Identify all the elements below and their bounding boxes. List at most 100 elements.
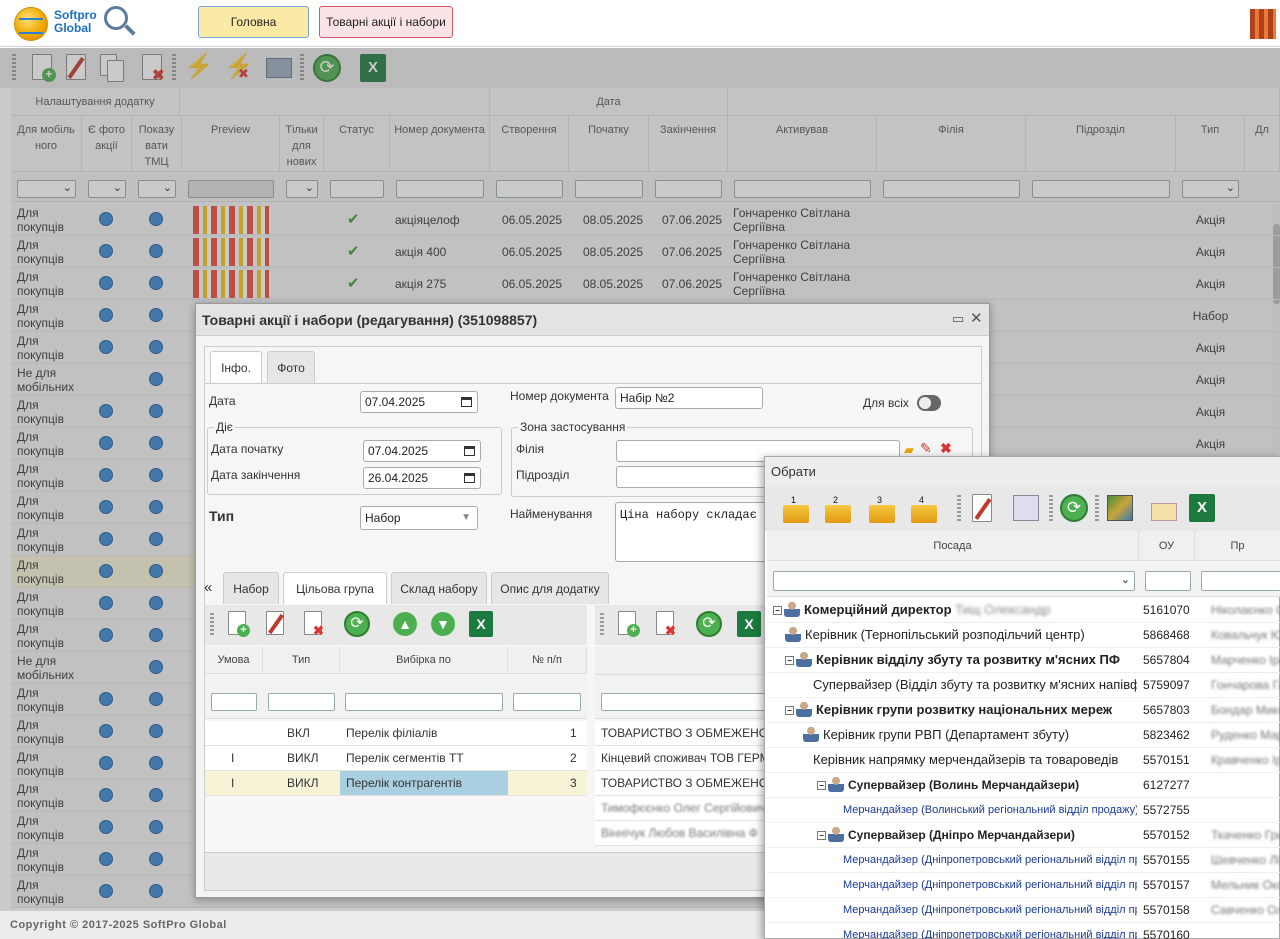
cell-ou: 5657804 [1143,653,1190,667]
calendar-icon[interactable] [461,397,472,407]
filter-ou[interactable] [1145,571,1191,591]
clear-icon[interactable]: ✖ [940,440,952,457]
doc-number-input[interactable]: Набір №2 [615,387,763,409]
edit-icon[interactable] [969,493,999,525]
tree-level-3-icon[interactable]: 3 [869,495,895,523]
start-date-input[interactable]: 07.04.2025 [363,440,481,462]
tab-promotions[interactable]: Товарні акції і набори [319,6,453,38]
tab-target-group[interactable]: Цільова група [283,572,387,604]
filter-selection-by[interactable] [345,693,503,711]
refresh-icon[interactable]: ⟳ [695,610,725,642]
search-icon[interactable] [104,6,128,30]
filter-type[interactable] [268,693,335,711]
collapse-icon[interactable]: − [773,606,782,615]
tab-set[interactable]: Набор [223,572,279,604]
tab-home[interactable]: Головна [198,6,309,38]
col-selection-by[interactable]: Вибірка по [340,647,508,674]
select-title[interactable]: Обрати [765,457,1280,487]
tree-row[interactable]: Мерчандайзер (Дніпропетровський регіонал… [767,848,1280,873]
tree-row[interactable]: − Супервайзер (Дніпро Мерчандайзери) 5570… [767,823,1280,848]
maximize-icon[interactable]: ▭ [952,311,964,327]
cell-person: Гончарова Галина [1211,678,1280,692]
books-icon[interactable] [1250,9,1276,39]
collapse-icon[interactable]: − [817,831,826,840]
tab-set-contents[interactable]: Склад набору [391,572,487,604]
table-row[interactable]: ВКЛ Перелік філіалів 1 [205,721,587,746]
tree-level-4-icon[interactable]: 4 [911,495,937,523]
col-number[interactable]: № п/п [508,647,587,674]
filter-position[interactable]: ⌄ [773,571,1135,591]
col-person[interactable]: Пр [1195,531,1280,561]
add-icon[interactable]: + [225,610,255,642]
calendar-icon[interactable] [464,446,475,456]
tree-row[interactable]: Мерчандайзер (Дніпропетровський регіонал… [767,873,1280,898]
tab-info[interactable]: Інфо. [210,351,262,383]
edit-icon[interactable] [263,610,293,642]
tree-level-1-icon[interactable]: 1 [783,495,809,523]
cell-person: Ніколаєнко Олег [1211,603,1280,617]
cell-number: 3 [570,776,577,790]
col-type[interactable]: Тип [263,647,340,674]
for-all-toggle[interactable] [917,395,941,411]
move-up-icon[interactable]: ▲ [391,610,421,642]
col-ou[interactable]: ОУ [1139,531,1195,561]
person-icon [785,626,801,642]
cell-contragent: Віннічук Любов Василівна Ф [601,826,758,840]
tree-row[interactable]: Керівник групи РВП (Департамент збуту) 5… [767,723,1280,748]
date-input[interactable]: 07.04.2025 [360,391,478,413]
excel-export-icon[interactable]: X [1187,493,1217,525]
excel-export-icon[interactable]: X [735,610,765,642]
tree-row[interactable]: Супервайзер (Відділ збуту та розвитку м'… [767,673,1280,698]
tree-row[interactable]: Мерчандайзер (Волинський регіональний ві… [767,798,1280,823]
calendar-icon[interactable] [464,473,475,483]
table-row[interactable]: І ВИКЛ Перелік сегментів ТТ 2 [205,746,587,771]
col-condition[interactable]: Умова [205,647,263,674]
refresh-icon[interactable]: ⟳ [1059,493,1089,525]
position-name: Супервайзер (Дніпро Мерчандайзери) [848,828,1075,842]
tree-row[interactable]: − Керівник групи розвитку національних ме… [767,698,1280,723]
collapse-icon[interactable]: « [204,579,212,596]
cell-ou: 5161070 [1143,603,1190,617]
tree-row[interactable]: − Керівник відділу збуту та розвитку м'яс… [767,648,1280,673]
table-row[interactable]: І ВИКЛ Перелік контрагентів 3 [205,771,587,796]
map-icon[interactable] [1105,493,1135,525]
tab-photo[interactable]: Фото [267,351,315,383]
cell-person: Руденко Марина [1211,728,1280,742]
filter-number[interactable] [513,693,581,711]
collapse-icon[interactable]: − [817,781,826,790]
collapse-icon[interactable]: − [785,706,794,715]
cell-number: 1 [570,726,577,740]
log-icon[interactable] [1011,493,1041,525]
pencil-icon[interactable]: ✎ [920,440,932,457]
position-name: Мерчандайзер (Дніпропетровський регіонал… [843,929,1137,939]
type-select[interactable]: Набор ▼ [360,506,478,530]
col-position[interactable]: Посада [767,531,1139,561]
cell-ou: 5823462 [1143,728,1190,742]
filter-condition[interactable] [211,693,257,711]
tree-row[interactable]: − Комерційний директор Тищ Олександр 5161… [767,598,1280,623]
delete-icon[interactable]: ✖ [653,610,683,642]
zone-legend: Зона застосування [518,420,628,434]
position-name: Керівник (Тернопільський розподільчий це… [805,627,1085,642]
person-icon [796,701,812,717]
delete-icon[interactable]: ✖ [301,610,331,642]
tree-row[interactable]: Мерчандайзер (Дніпропетровський регіонал… [767,923,1280,939]
tree-level-2-icon[interactable]: 2 [825,495,851,523]
export-icon[interactable] [1149,493,1179,525]
close-icon[interactable]: ✕ [970,309,983,327]
refresh-icon[interactable]: ⟳ [343,610,373,642]
tree-row[interactable]: Керівник напрямку мерчендайзерів та това… [767,748,1280,773]
tree-row[interactable]: Керівник (Тернопільський розподільчий це… [767,623,1280,648]
collapse-icon[interactable]: − [785,656,794,665]
end-date-input[interactable]: 26.04.2025 [363,467,481,489]
excel-export-icon[interactable]: X [467,610,497,642]
filter-person[interactable] [1201,571,1280,591]
type-label: Тип [209,508,235,524]
move-down-icon[interactable]: ▼ [429,610,459,642]
dialog-title[interactable]: Товарні акції і набори (редагування) (35… [196,304,989,336]
add-icon[interactable]: + [615,610,645,642]
tree-row[interactable]: − Супервайзер (Волинь Мерчандайзери) 6127… [767,773,1280,798]
tab-app-description[interactable]: Опис для додатку [491,572,609,604]
cell-type: ВИКЛ [287,751,319,765]
tree-row[interactable]: Мерчандайзер (Дніпропетровський регіонал… [767,898,1280,923]
